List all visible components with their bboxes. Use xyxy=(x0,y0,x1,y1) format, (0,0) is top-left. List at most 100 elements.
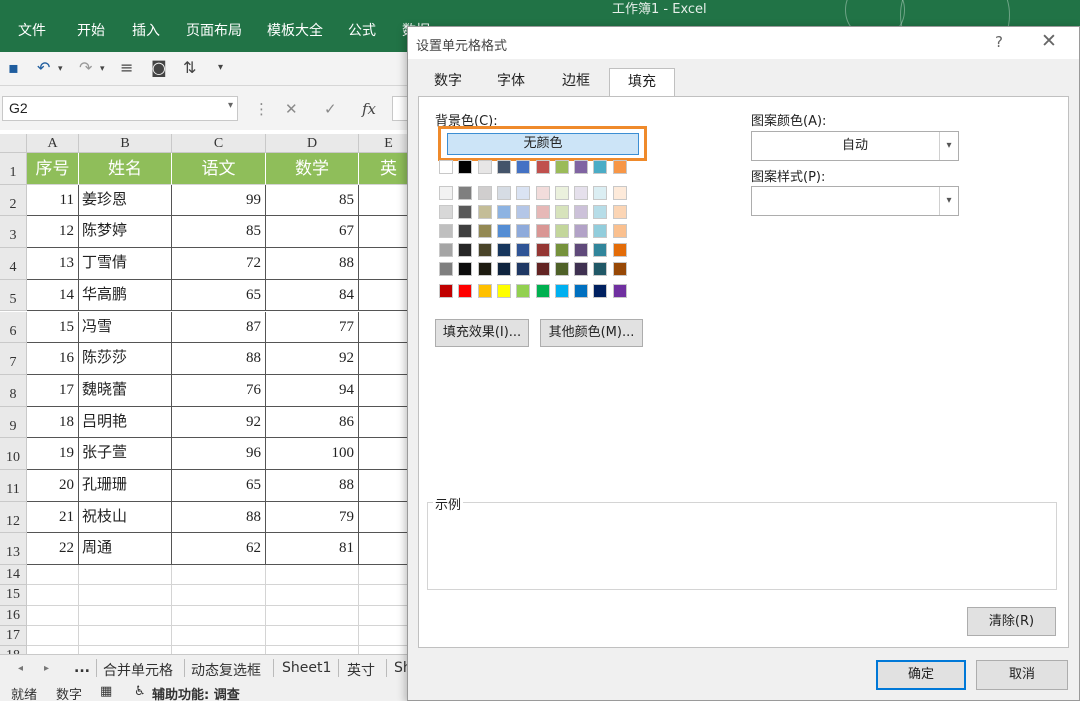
table-cell[interactable] xyxy=(359,470,410,502)
table-cell[interactable] xyxy=(172,626,266,647)
table-cell[interactable]: 96 xyxy=(172,438,266,470)
table-cell[interactable]: 62 xyxy=(172,533,266,566)
color-swatch[interactable] xyxy=(458,243,473,257)
color-swatch[interactable] xyxy=(477,284,492,298)
table-cell[interactable]: 67 xyxy=(266,216,359,249)
tab-font[interactable]: 字体 xyxy=(483,68,539,96)
color-swatch[interactable] xyxy=(458,262,473,276)
tab-insert[interactable]: 插入 xyxy=(132,20,160,40)
color-swatch[interactable] xyxy=(612,205,627,219)
table-cell[interactable]: 魏晓蕾 xyxy=(79,374,172,407)
color-swatch[interactable] xyxy=(612,186,627,200)
row-header[interactable]: 12 xyxy=(0,501,27,534)
table-cell[interactable]: 87 xyxy=(172,311,266,344)
color-swatch[interactable] xyxy=(612,262,627,276)
table-cell[interactable]: 85 xyxy=(266,184,359,217)
chevron-down-icon[interactable]: ▾ xyxy=(939,132,958,160)
color-swatch[interactable] xyxy=(439,205,453,219)
row-header[interactable]: 1 xyxy=(0,153,27,185)
table-cell[interactable]: 19 xyxy=(27,438,79,470)
color-swatch[interactable] xyxy=(593,284,608,298)
more-colors-button[interactable]: 其他颜色(M)... xyxy=(540,319,643,347)
table-cell[interactable]: 吕明艳 xyxy=(79,406,172,439)
row-header[interactable]: 7 xyxy=(0,343,27,375)
table-cell[interactable] xyxy=(359,502,410,534)
row-header[interactable]: 16 xyxy=(0,605,27,626)
color-swatch[interactable] xyxy=(458,160,473,174)
table-cell[interactable]: 14 xyxy=(27,279,79,312)
color-swatch[interactable] xyxy=(574,224,589,238)
table-cell[interactable]: 张子萱 xyxy=(79,438,172,470)
table-cell[interactable]: 72 xyxy=(172,248,266,280)
fill-effects-button[interactable]: 填充效果(I)... xyxy=(435,319,529,347)
color-swatch[interactable] xyxy=(593,224,608,238)
color-swatch[interactable] xyxy=(477,160,492,174)
macro-record-icon[interactable]: ▦ xyxy=(100,684,112,699)
table-cell[interactable] xyxy=(359,343,410,375)
table-cell[interactable] xyxy=(359,533,410,566)
color-swatch[interactable] xyxy=(496,243,511,257)
worksheet-grid[interactable]: A B C D E 1 序号 姓名 语文 数学英 2 11 姜珍恩 99 85 3 12 陈梦婷 85 67… xyxy=(0,134,410,654)
table-cell[interactable]: 92 xyxy=(172,406,266,439)
table-cell[interactable]: 陈梦婷 xyxy=(79,216,172,249)
table-cell[interactable]: 17 xyxy=(27,374,79,407)
color-swatch[interactable] xyxy=(477,243,492,257)
table-cell[interactable]: 84 xyxy=(266,279,359,312)
tab-templates[interactable]: 模板大全 xyxy=(267,20,323,40)
tab-page-layout[interactable]: 页面布局 xyxy=(186,20,242,40)
color-swatch[interactable] xyxy=(554,205,569,219)
dialog-title-bar[interactable]: 设置单元格格式 ? ✕ xyxy=(408,27,1079,59)
table-cell[interactable]: 88 xyxy=(266,248,359,280)
color-swatch[interactable] xyxy=(516,243,531,257)
save-icon[interactable]: ▪ xyxy=(8,58,19,77)
table-cell[interactable] xyxy=(172,605,266,626)
tab-home[interactable]: 开始 xyxy=(77,20,105,40)
row-header[interactable]: 9 xyxy=(0,406,27,439)
table-cell[interactable]: 92 xyxy=(266,343,359,375)
color-swatch[interactable] xyxy=(612,160,627,174)
table-cell[interactable]: 65 xyxy=(172,279,266,312)
color-swatch[interactable] xyxy=(439,284,453,298)
table-cell[interactable]: 冯雪 xyxy=(79,311,172,344)
table-cell[interactable]: 88 xyxy=(172,501,266,534)
table-cell[interactable]: 99 xyxy=(172,184,266,217)
color-swatch[interactable] xyxy=(496,262,511,276)
table-cell[interactable] xyxy=(266,646,359,654)
table-cell[interactable]: 81 xyxy=(266,533,359,566)
table-cell[interactable]: 22 xyxy=(27,533,79,566)
table-cell[interactable] xyxy=(27,626,79,647)
table-cell[interactable] xyxy=(27,565,79,586)
color-swatch[interactable] xyxy=(439,262,453,276)
table-cell[interactable]: 88 xyxy=(266,470,359,502)
scroll-left-icon[interactable]: ◂ xyxy=(18,663,23,674)
table-cell[interactable]: 姜珍恩 xyxy=(79,184,172,217)
table-cell[interactable]: 孔珊珊 xyxy=(79,470,172,502)
table-cell[interactable]: 94 xyxy=(266,374,359,407)
table-cell[interactable]: 18 xyxy=(27,406,79,439)
table-cell[interactable]: 华高鹏 xyxy=(79,279,172,312)
color-swatch[interactable] xyxy=(535,262,550,276)
color-swatch[interactable] xyxy=(496,224,511,238)
color-swatch[interactable] xyxy=(574,262,589,276)
color-swatch[interactable] xyxy=(535,224,550,238)
table-cell[interactable] xyxy=(359,407,410,439)
row-header[interactable]: 6 xyxy=(0,311,27,344)
color-swatch[interactable] xyxy=(612,243,627,257)
align-icon[interactable]: ≡ xyxy=(120,58,133,77)
table-cell[interactable]: 79 xyxy=(266,501,359,534)
table-cell[interactable] xyxy=(359,216,410,249)
tab-number[interactable]: 数字 xyxy=(420,68,476,96)
row-header[interactable]: 17 xyxy=(0,626,27,647)
column-header[interactable]: D xyxy=(266,134,359,153)
table-cell[interactable]: 20 xyxy=(27,470,79,502)
color-swatch[interactable] xyxy=(593,243,608,257)
color-swatch[interactable] xyxy=(496,205,511,219)
header-cell[interactable]: 英 xyxy=(359,153,410,185)
color-swatch[interactable] xyxy=(439,224,453,238)
color-swatch[interactable] xyxy=(516,186,531,200)
row-header[interactable]: 10 xyxy=(0,438,27,470)
row-header[interactable]: 3 xyxy=(0,216,27,249)
row-header[interactable]: 8 xyxy=(0,374,27,407)
table-cell[interactable] xyxy=(359,438,410,470)
tab-border[interactable]: 边框 xyxy=(548,68,604,96)
